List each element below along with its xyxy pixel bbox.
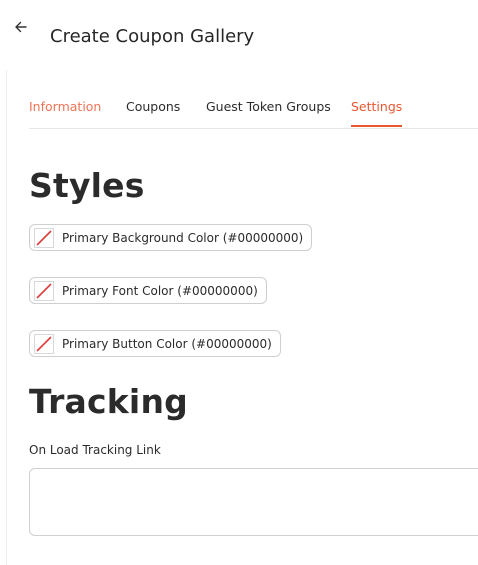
transparent-swatch-icon (34, 227, 54, 248)
back-button[interactable] (12, 18, 30, 36)
primary-background-color-label: Primary Background Color (#00000000) (62, 230, 304, 245)
on-load-tracking-link-input[interactable] (29, 468, 478, 536)
primary-font-color-label: Primary Font Color (#00000000) (62, 283, 258, 298)
transparent-swatch-icon (34, 333, 54, 354)
tab-coupons[interactable]: Coupons (126, 99, 180, 125)
tab-settings[interactable]: Settings (351, 99, 403, 127)
primary-button-color-label: Primary Button Color (#00000000) (62, 336, 272, 351)
page-title: Create Coupon Gallery (50, 26, 255, 47)
on-load-tracking-link-label: On Load Tracking Link (29, 443, 161, 457)
styles-heading: Styles (29, 166, 145, 205)
tracking-heading: Tracking (29, 382, 188, 421)
page: Create Coupon Gallery Information Coupon… (0, 0, 478, 565)
tab-bar: Information Coupons Guest Token Groups S… (29, 90, 478, 129)
transparent-swatch-icon (34, 280, 54, 301)
arrow-left-icon (15, 21, 27, 33)
primary-font-color-picker[interactable]: Primary Font Color (#00000000) (29, 277, 267, 304)
tab-information[interactable]: Information (29, 99, 101, 125)
settings-panel: Information Coupons Guest Token Groups S… (6, 70, 478, 565)
primary-button-color-picker[interactable]: Primary Button Color (#00000000) (29, 330, 281, 357)
tab-guest-token-groups[interactable]: Guest Token Groups (206, 99, 331, 125)
primary-background-color-picker[interactable]: Primary Background Color (#00000000) (29, 224, 313, 251)
